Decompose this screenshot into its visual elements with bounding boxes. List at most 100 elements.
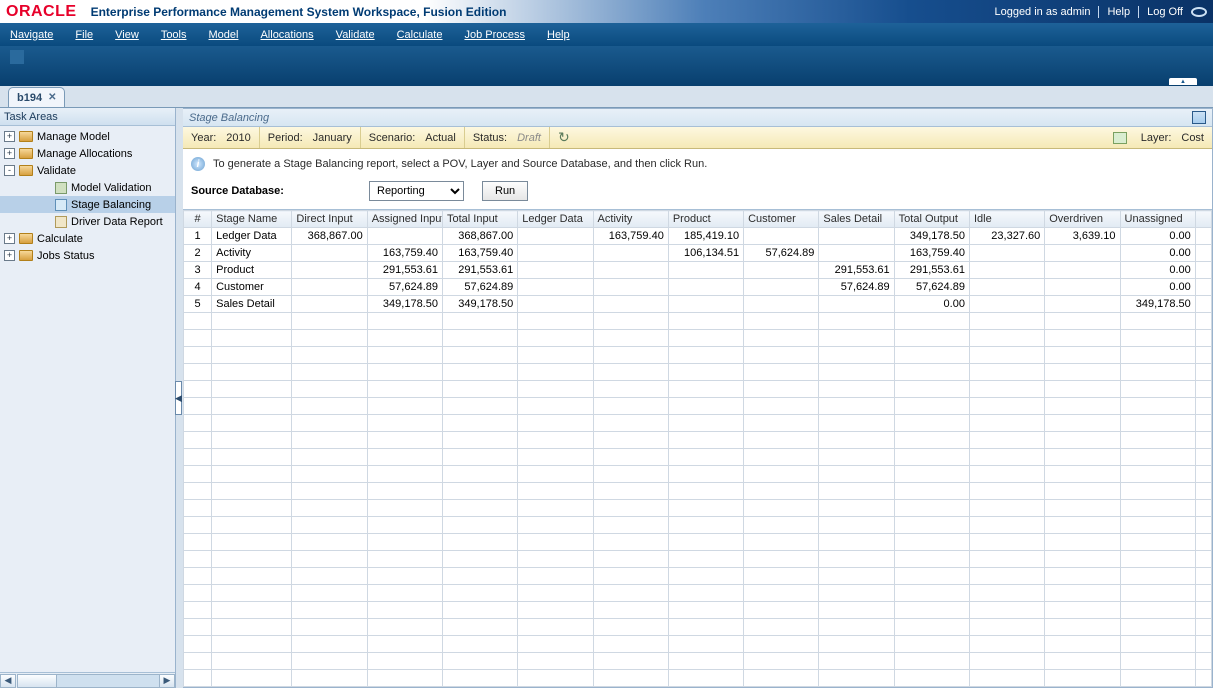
col-header-idle[interactable]: Idle [969, 211, 1044, 228]
empty-cell [367, 619, 442, 636]
tree-node-manage-allocations[interactable]: +Manage Allocations [0, 145, 175, 162]
empty-row [184, 517, 1212, 534]
task-h-scrollbar[interactable]: ◀ ▶ [0, 672, 175, 688]
menu-calculate[interactable]: Calculate [397, 29, 443, 41]
menu-view[interactable]: View [115, 29, 139, 41]
menu-validate[interactable]: Validate [336, 29, 375, 41]
cell-name: Sales Detail [212, 296, 292, 313]
tree-node-validate[interactable]: -Validate [0, 162, 175, 179]
home-icon[interactable] [10, 50, 24, 64]
col-header-direct-input[interactable]: Direct Input [292, 211, 367, 228]
col-header-unassigned[interactable]: Unassigned [1120, 211, 1195, 228]
tree-node-calculate[interactable]: +Calculate [0, 230, 175, 247]
tree-node-driver-data-report[interactable]: Driver Data Report [0, 213, 175, 230]
scroll-thumb[interactable] [17, 674, 57, 688]
menu-navigate[interactable]: Navigate [10, 29, 53, 41]
expand-icon[interactable]: + [4, 250, 15, 261]
collapse-icon[interactable]: - [4, 165, 15, 176]
empty-cell [367, 483, 442, 500]
col-header-total-input[interactable]: Total Input [442, 211, 517, 228]
document-tab[interactable]: b194 ✕ [8, 87, 65, 107]
empty-cell [593, 347, 668, 364]
empty-cell [969, 602, 1044, 619]
table-row[interactable]: 1Ledger Data368,867.00368,867.00163,759.… [184, 228, 1212, 245]
empty-cell [819, 619, 894, 636]
source-db-select[interactable]: Reporting [369, 181, 464, 201]
col-header-product[interactable]: Product [668, 211, 743, 228]
panel-splitter[interactable]: ◀ [176, 108, 183, 688]
empty-cell [367, 534, 442, 551]
menu-help[interactable]: Help [547, 29, 570, 41]
maximize-icon[interactable] [1192, 111, 1206, 124]
empty-cell [1195, 432, 1211, 449]
table-row[interactable]: 5Sales Detail349,178.50349,178.500.00349… [184, 296, 1212, 313]
cell-unassigned: 349,178.50 [1120, 296, 1195, 313]
expand-icon[interactable]: + [4, 233, 15, 244]
empty-cell [593, 517, 668, 534]
empty-cell [1120, 415, 1195, 432]
tree-node-model-validation[interactable]: Model Validation [0, 179, 175, 196]
empty-cell [1120, 585, 1195, 602]
empty-cell [744, 500, 819, 517]
table-row[interactable]: 2Activity163,759.40163,759.40106,134.515… [184, 245, 1212, 262]
scroll-right-icon[interactable]: ▶ [159, 674, 175, 688]
logoff-link[interactable]: Log Off [1147, 6, 1183, 18]
col-header-overdriven[interactable]: Overdriven [1045, 211, 1120, 228]
empty-cell [744, 653, 819, 670]
menu-file[interactable]: File [75, 29, 93, 41]
empty-cell [1195, 653, 1211, 670]
table-row[interactable]: 3Product291,553.61291,553.61291,553.6129… [184, 262, 1212, 279]
tree-node-stage-balancing[interactable]: Stage Balancing [0, 196, 175, 213]
refresh-icon[interactable]: ↻ [550, 129, 578, 146]
run-button[interactable]: Run [482, 181, 528, 201]
controls-row: Source Database: Reporting Run [183, 177, 1212, 209]
menu-tools[interactable]: Tools [161, 29, 187, 41]
empty-cell [668, 449, 743, 466]
expand-icon[interactable]: + [4, 131, 15, 142]
menu-model[interactable]: Model [209, 29, 239, 41]
tree-node-jobs-status[interactable]: +Jobs Status [0, 247, 175, 264]
close-icon[interactable]: ✕ [48, 92, 56, 103]
col-header-assigned-input[interactable]: Assigned Input [367, 211, 442, 228]
table-row[interactable]: 4Customer57,624.8957,624.8957,624.8957,6… [184, 279, 1212, 296]
empty-cell [367, 602, 442, 619]
col-header-total-output[interactable]: Total Output [894, 211, 969, 228]
pov-scenario-value[interactable]: Actual [425, 132, 456, 144]
empty-cell [212, 398, 292, 415]
empty-row [184, 568, 1212, 585]
col-header-activity[interactable]: Activity [593, 211, 668, 228]
empty-cell [212, 500, 292, 517]
empty-cell [819, 653, 894, 670]
tree-node-manage-model[interactable]: +Manage Model [0, 128, 175, 145]
empty-cell [1045, 670, 1120, 687]
scroll-left-icon[interactable]: ◀ [0, 674, 16, 688]
folder-icon [19, 233, 33, 244]
help-link[interactable]: Help [1107, 6, 1130, 18]
empty-cell [668, 313, 743, 330]
menu-job-process[interactable]: Job Process [464, 29, 525, 41]
expand-icon[interactable]: + [4, 148, 15, 159]
empty-row [184, 551, 1212, 568]
empty-cell [969, 619, 1044, 636]
empty-cell [184, 313, 212, 330]
empty-cell [212, 585, 292, 602]
col-header-sales-detail[interactable]: Sales Detail [819, 211, 894, 228]
empty-cell [744, 517, 819, 534]
empty-cell [668, 364, 743, 381]
menu-allocations[interactable]: Allocations [260, 29, 313, 41]
empty-cell [1195, 585, 1211, 602]
pov-period-value[interactable]: January [313, 132, 352, 144]
splitter-handle-icon[interactable]: ◀ [175, 381, 182, 415]
col-header-ledger-data[interactable]: Ledger Data [518, 211, 593, 228]
empty-cell [518, 602, 593, 619]
scroll-track[interactable] [57, 674, 159, 688]
collapse-handle[interactable] [1169, 78, 1197, 85]
col-header-customer[interactable]: Customer [744, 211, 819, 228]
empty-cell [184, 432, 212, 449]
col-header-stage-name[interactable]: Stage Name [212, 211, 292, 228]
empty-cell [442, 619, 517, 636]
col-header--[interactable]: # [184, 211, 212, 228]
pov-layer-value[interactable]: Cost [1181, 132, 1204, 144]
pov-year-value[interactable]: 2010 [226, 132, 250, 144]
empty-cell [593, 364, 668, 381]
